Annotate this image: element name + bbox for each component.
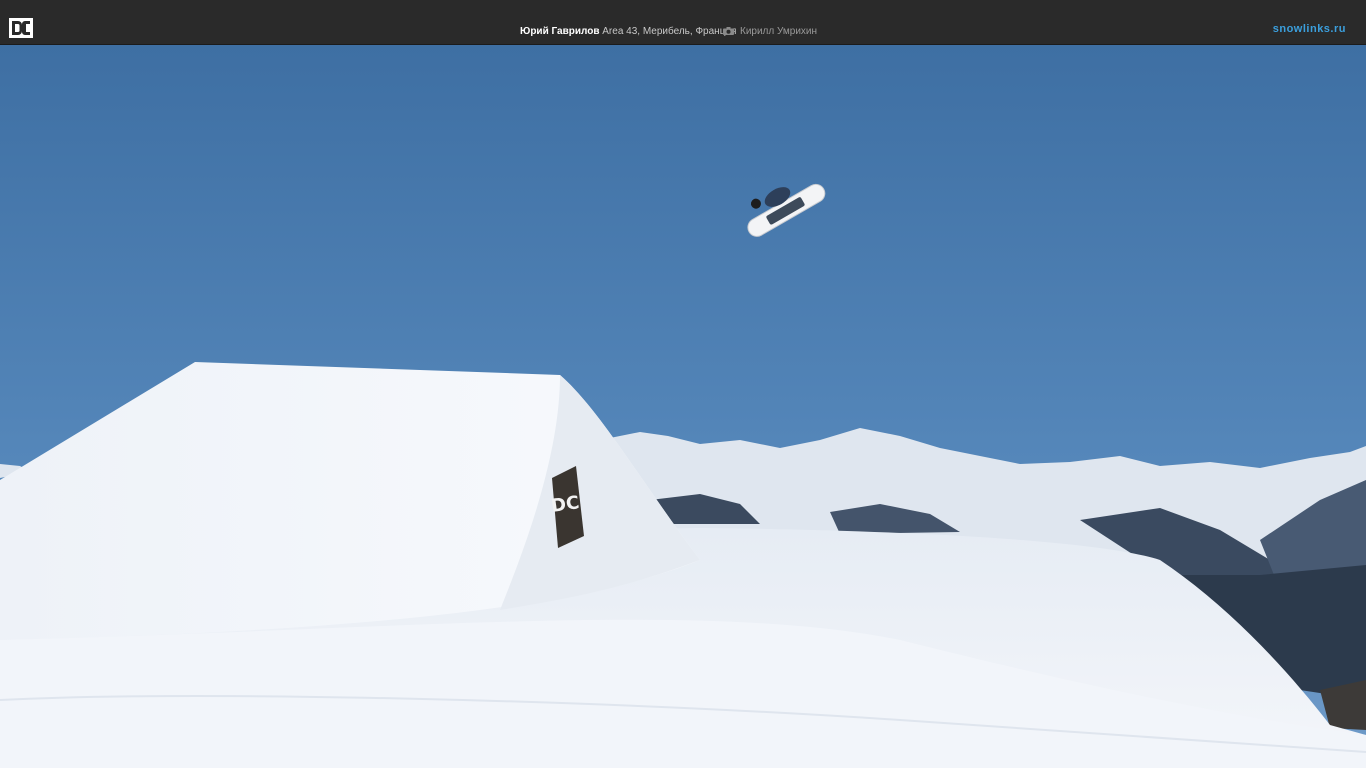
site-logo-link[interactable]: snowlinks.ru (1273, 23, 1346, 35)
photo-credit: Кирилл Умрихин (723, 26, 817, 37)
svg-text:DC: DC (550, 492, 581, 517)
photo-caption: Юрий Гаврилов Area 43, Мерибель, Франция (520, 26, 736, 37)
photographer-name: Кирилл Умрихин (740, 26, 818, 37)
dc-logo[interactable]: DC (8, 17, 34, 39)
camera-icon (723, 27, 734, 35)
snowboard-photo: DC (0, 45, 1366, 768)
athlete-name: Юрий Гаврилов (520, 26, 600, 37)
photo-location: Area 43, Мерибель, Франция (602, 26, 737, 37)
photo-illustration: DC (0, 45, 1366, 768)
top-bar: DC Юрий Гаврилов Area 43, Мерибель, Фран… (0, 0, 1366, 45)
